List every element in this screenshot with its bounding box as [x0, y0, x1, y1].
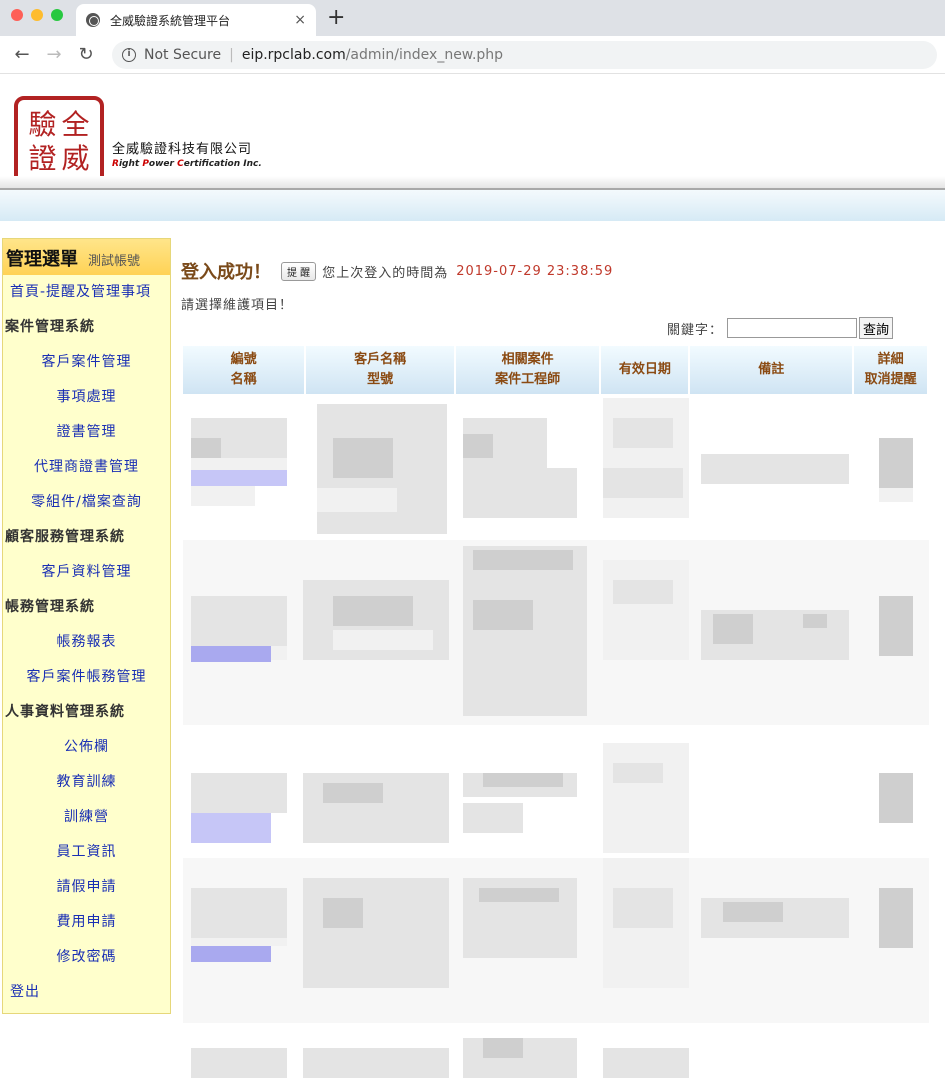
column-header: 編號 名稱: [183, 346, 305, 394]
url-separator: |: [229, 46, 234, 63]
back-icon[interactable]: ←: [8, 44, 36, 65]
browser-tabbar: 全威驗證系統管理平台 × +: [0, 0, 945, 36]
sidebar-link[interactable]: 代理商證書管理: [3, 450, 170, 485]
login-success-title: 登入成功！: [181, 262, 271, 283]
sidebar-link[interactable]: 費用申請: [3, 905, 170, 940]
url-path: /admin/index_new.php: [345, 46, 504, 63]
company-name: 全威驗證科技有限公司 Right Power Certification Inc…: [112, 138, 262, 169]
column-header-line: 名稱: [230, 372, 257, 387]
new-tab-button[interactable]: +: [327, 6, 345, 30]
sidebar-link[interactable]: 證書管理: [3, 415, 170, 450]
sidebar-link[interactable]: 登出: [3, 975, 170, 1010]
column-header-line: 有效日期: [618, 362, 671, 377]
tab-title: 全威驗證系統管理平台: [110, 13, 231, 28]
keyword-label: 關鍵字：: [666, 322, 723, 338]
sidebar-header: 管理選單 測試帳號: [3, 239, 170, 275]
keyword-input[interactable]: [726, 318, 857, 338]
sidebar-title: 管理選單: [6, 249, 78, 270]
reload-icon[interactable]: ↻: [72, 44, 100, 65]
sidebar-category: 帳務管理系統: [5, 599, 95, 615]
sidebar-link[interactable]: 請假申請: [3, 870, 170, 905]
tab-close-icon[interactable]: ×: [294, 12, 306, 28]
close-window-button[interactable]: [11, 9, 23, 21]
minimize-window-button[interactable]: [31, 9, 43, 21]
sidebar-list: 首頁-提醒及管理事項案件管理系統客戶案件管理 事項處理 證書管理 代理商證書管理 零組件…: [3, 275, 170, 1010]
company-name-zh: 全威驗證科技有限公司: [112, 142, 253, 157]
sidebar-category: 案件管理系統: [5, 319, 95, 335]
column-header: 詳細 取消提醒: [854, 346, 927, 394]
sidebar-link[interactable]: 教育訓練: [3, 765, 170, 800]
seal-char: 威: [61, 142, 90, 175]
last-login-time: 2019-07-29 23:38:59: [456, 263, 614, 279]
seal-char: 證: [28, 142, 57, 175]
sidebar-link[interactable]: 事項處理: [3, 380, 170, 415]
column-header: 相關案件 案件工程師: [455, 346, 600, 394]
company-name-en-part: ertification Inc.: [183, 159, 262, 169]
account-name: 測試帳號: [88, 254, 141, 269]
sidebar-category: 顧客服務管理系統: [5, 529, 125, 545]
company-seal-logo: 驗 全 證 威: [14, 96, 104, 186]
header-blue-bar: [0, 190, 945, 221]
column-header-line: 型號: [367, 372, 394, 387]
info-icon[interactable]: i: [122, 47, 136, 62]
page-header: 驗 全 證 威 全威驗證科技有限公司 Right Power Certifica…: [0, 74, 945, 190]
column-header-line: 取消提醒: [864, 372, 917, 387]
choose-prompt: 請選擇維護項目！: [181, 298, 294, 313]
window-controls: [11, 9, 63, 21]
sidebar-link[interactable]: 客戶案件管理: [3, 345, 170, 380]
security-label: Not Secure: [144, 46, 222, 63]
url-domain: eip.rpclab.com: [241, 46, 346, 63]
sidebar-menu: 管理選單 測試帳號 首頁-提醒及管理事項案件管理系統客戶案件管理 事項處理 證書管理…: [2, 238, 171, 1014]
company-name-en-part: P: [142, 159, 149, 169]
company-name-en-part: ight: [118, 159, 143, 169]
company-name-en-part: R: [112, 159, 119, 169]
sidebar-link[interactable]: 修改密碼: [3, 940, 170, 975]
browser-tab[interactable]: 全威驗證系統管理平台 ×: [76, 4, 316, 36]
column-header: 有效日期: [601, 346, 689, 394]
browser-toolbar: ← → ↻ i Not Secure | eip.rpclab.com /adm…: [0, 36, 945, 74]
keyword-search: 關鍵字： 查詢: [667, 317, 893, 339]
sidebar-link[interactable]: 員工資訊: [3, 835, 170, 870]
sidebar-link[interactable]: 公佈欄: [3, 730, 170, 765]
company-name-en-part: C: [177, 159, 184, 169]
table-header-row: 編號 名稱 客戶名稱 型號 相關案件 案件工程師 有效日期 備註 詳細 取消提醒: [183, 346, 927, 394]
sidebar-link[interactable]: 帳務報表: [3, 625, 170, 660]
column-header: 備註: [690, 346, 853, 394]
welcome-line: 登入成功！ 提 醒 您上次登入的時間為 2019-07-29 23:38:59: [181, 258, 931, 284]
column-header-line: 備註: [758, 362, 785, 377]
sidebar-link[interactable]: 零組件/檔案查詢: [3, 485, 170, 520]
column-header: 客戶名稱 型號: [306, 346, 454, 394]
remind-button[interactable]: 提 醒: [281, 261, 317, 281]
seal-char: 全: [61, 108, 90, 141]
column-header-line: 客戶名稱: [354, 352, 407, 367]
address-bar[interactable]: i Not Secure | eip.rpclab.com /admin/ind…: [112, 40, 937, 69]
seal-char: 驗: [28, 108, 57, 141]
column-header-line: 相關案件: [501, 352, 554, 367]
main-content: 登入成功！ 提 醒 您上次登入的時間為 2019-07-29 23:38:59 …: [181, 258, 931, 1078]
globe-icon: [86, 13, 100, 27]
search-button[interactable]: 查詢: [858, 317, 893, 339]
last-login-label: 您上次登入的時間為: [322, 265, 449, 281]
sidebar-link[interactable]: 訓練營: [3, 800, 170, 835]
column-header-line: 編號: [230, 352, 257, 367]
column-header-line: 詳細: [877, 352, 904, 367]
header-divider: [0, 176, 945, 190]
maximize-window-button[interactable]: [51, 9, 63, 21]
sidebar-link[interactable]: 客戶案件帳務管理: [3, 660, 170, 695]
reminder-table: 編號 名稱 客戶名稱 型號 相關案件 案件工程師 有效日期 備註 詳細 取消提醒: [181, 344, 929, 396]
forward-icon[interactable]: →: [40, 44, 68, 65]
sidebar-link[interactable]: 客戶資料管理: [3, 555, 170, 590]
company-name-en: Right Power Certification Inc.: [112, 159, 262, 169]
sidebar-link[interactable]: 首頁-提醒及管理事項: [3, 275, 170, 310]
sidebar-category: 人事資料管理系統: [5, 704, 125, 720]
company-name-en-part: ower: [148, 159, 178, 169]
column-header-line: 案件工程師: [495, 372, 561, 387]
